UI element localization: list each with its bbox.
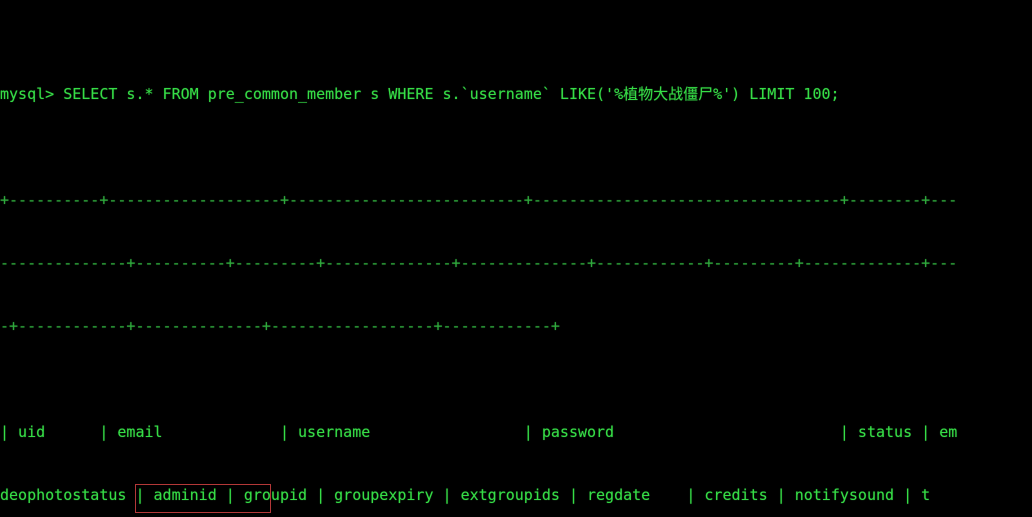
terminal-screen: mysql> SELECT s.* FROM pre_common_member… [0,0,1032,517]
mysql-terminal-window: mysql> SELECT s.* FROM pre_common_member… [0,0,1032,517]
query-command-line: mysql> SELECT s.* FROM pre_common_member… [0,85,840,104]
table-header-part1: | uid | email | username | password | st… [0,422,958,441]
table-separator-top-part3: -+------------+--------------+----------… [0,317,560,336]
table-separator-top-part2: --------------+----------+---------+----… [0,254,958,273]
table-separator-top-part1: +----------+-------------------+--------… [0,190,958,209]
table-header-part2: deophotostatus | adminid | groupid | gro… [0,486,931,505]
